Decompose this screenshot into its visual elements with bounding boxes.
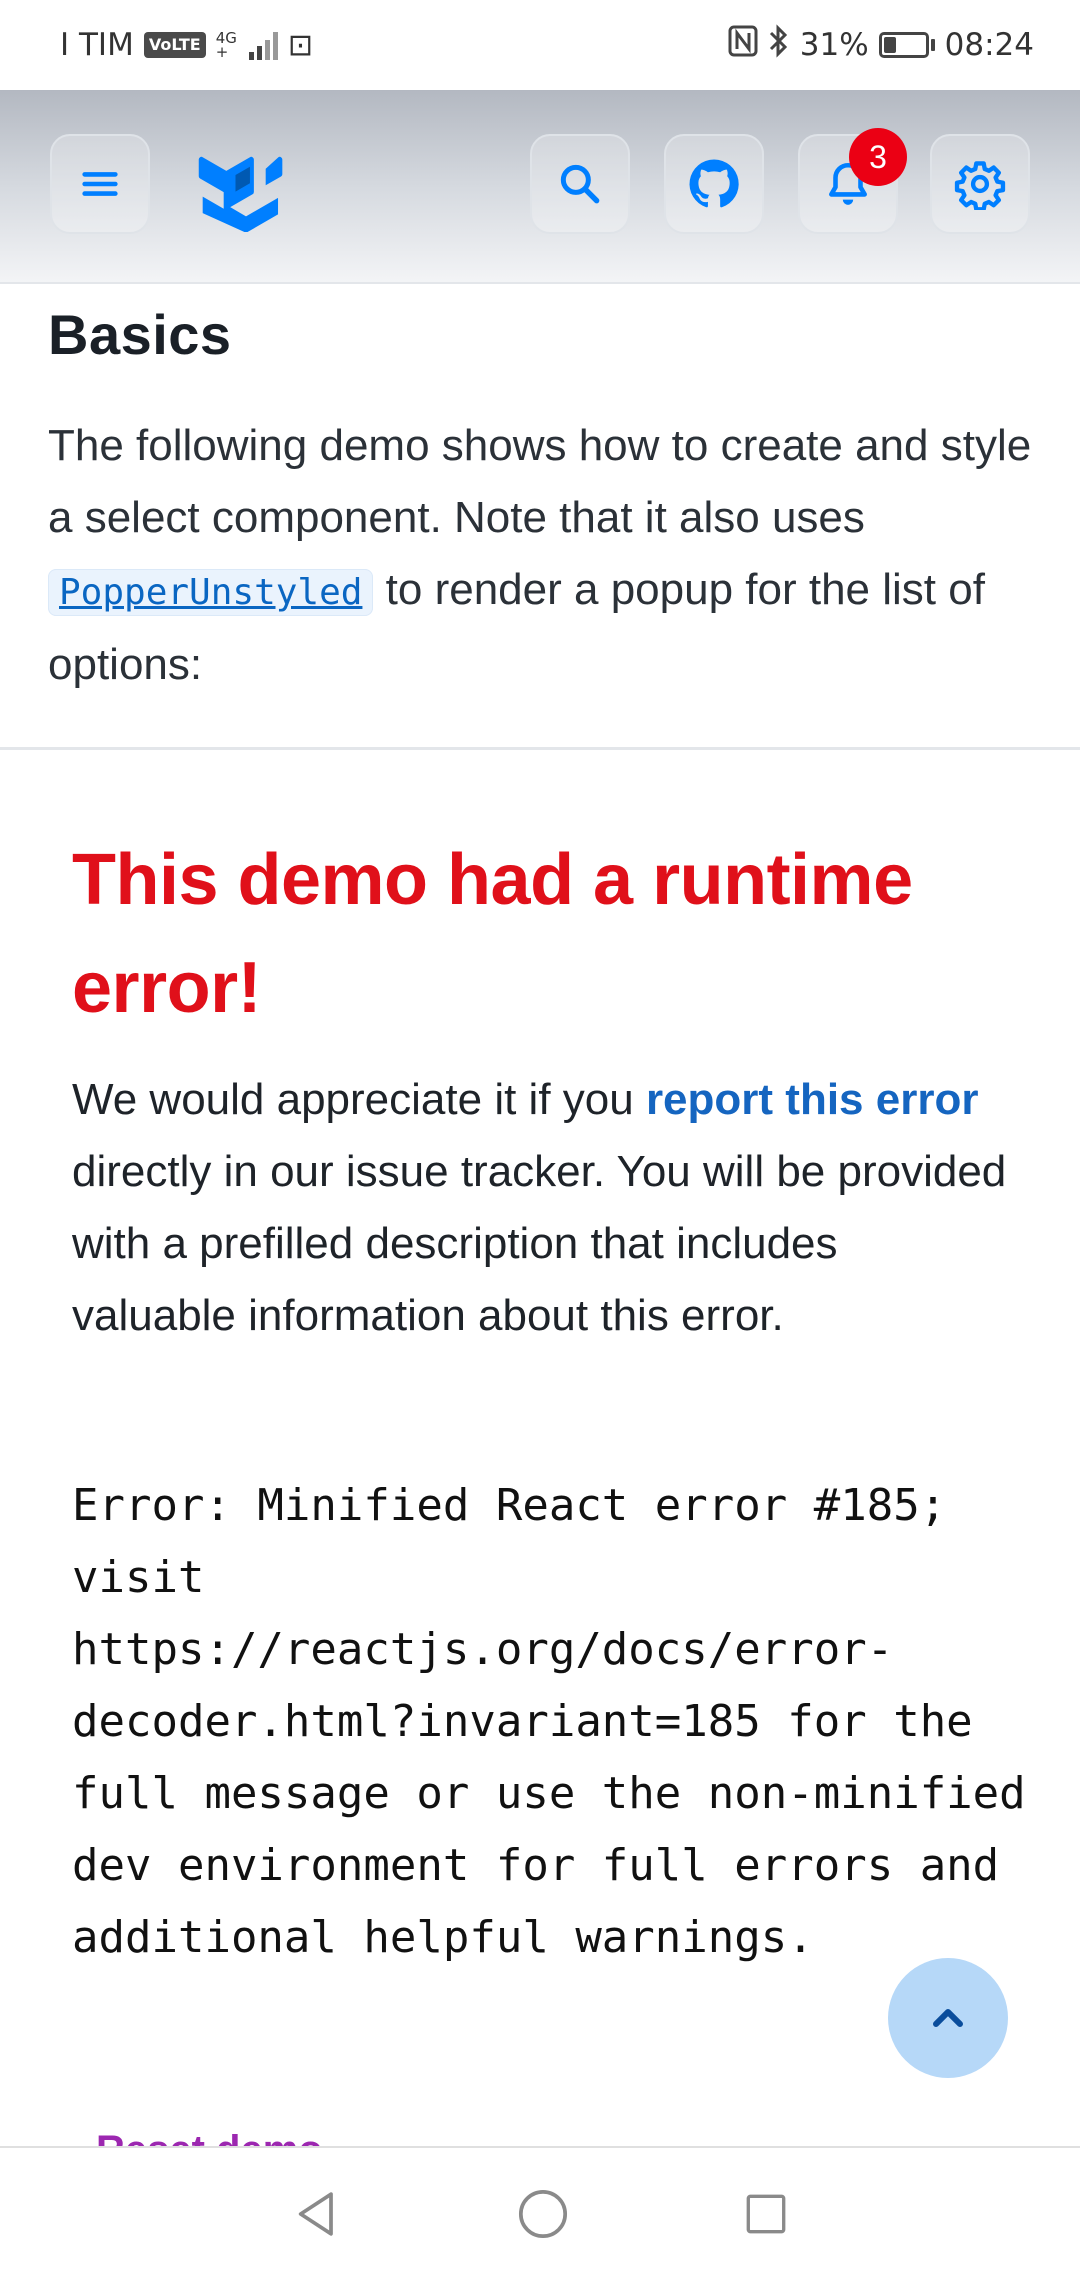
clock: 08:24 [944, 27, 1034, 63]
network-sub-label: + [215, 43, 229, 61]
error-description: We would appreciate it if you report thi… [72, 1064, 1012, 1352]
github-button[interactable] [664, 134, 764, 234]
home-icon[interactable] [515, 2186, 571, 2242]
popper-unstyled-link[interactable]: PopperUnstyled [48, 569, 374, 616]
network-type-icon: 4G + [215, 31, 237, 61]
battery-icon [878, 32, 935, 58]
scroll-to-top-button[interactable] [888, 1958, 1008, 2078]
notification-count-badge: 3 [849, 128, 907, 186]
signal-strength-icon [248, 30, 278, 60]
search-button[interactable] [530, 134, 630, 234]
battery-percent: 31% [799, 27, 869, 63]
bluetooth-icon [768, 24, 790, 66]
section-title: Basics [48, 303, 232, 366]
gear-icon [954, 161, 1006, 210]
intro-paragraph: The following demo shows how to create a… [48, 410, 1038, 701]
status-left: I TIM VoLTE 4G + ⊡ [60, 27, 313, 63]
recent-apps-icon[interactable] [741, 2189, 791, 2239]
chevron-up-icon [933, 2009, 963, 2027]
settings-button[interactable] [930, 134, 1030, 234]
report-error-link[interactable]: report this error [646, 1075, 979, 1124]
error-text-after: directly in our issue tracker. You will … [72, 1147, 1007, 1340]
menu-button[interactable] [50, 134, 150, 234]
error-text-before: We would appreciate it if you [72, 1075, 646, 1124]
back-icon[interactable] [289, 2186, 345, 2242]
status-right: 31% 08:24 [728, 24, 1034, 66]
search-icon [560, 164, 600, 204]
volte-icon: VoLTE [143, 32, 206, 58]
data-saver-icon: ⊡ [287, 27, 314, 63]
system-navigation-bar [0, 2146, 1080, 2280]
nfc-icon [728, 25, 758, 65]
mui-logo-icon [198, 156, 283, 233]
intro-text-before: The following demo shows how to create a… [48, 421, 1032, 542]
error-title: This demo had a runtime error! [72, 840, 913, 1028]
carrier-name: I TIM [60, 27, 134, 63]
reset-demo-button[interactable]: Reset demo [96, 2124, 323, 2146]
status-bar: I TIM VoLTE 4G + ⊡ 31% 08:24 [0, 0, 1080, 90]
github-icon [689, 159, 739, 208]
menu-icon [82, 172, 118, 196]
app-header [0, 90, 1080, 284]
divider [0, 747, 1080, 750]
mui-logo[interactable] [196, 148, 296, 233]
error-message: Error: Minified React error #185; visit … [72, 1480, 1053, 1963]
